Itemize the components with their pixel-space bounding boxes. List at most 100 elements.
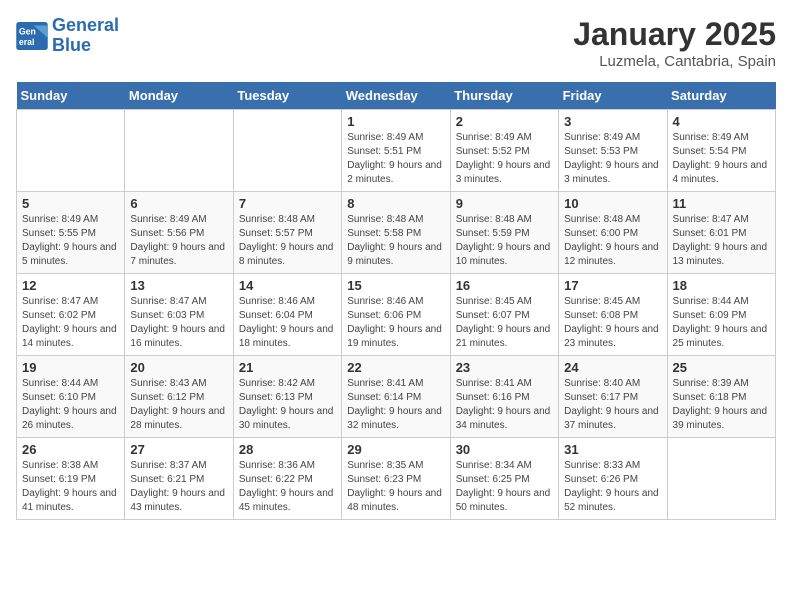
calendar-day-cell [17,110,125,192]
day-number: 6 [130,196,227,211]
day-number: 15 [347,278,444,293]
day-number: 8 [347,196,444,211]
logo: Gen eral General Blue [16,16,119,56]
day-number: 3 [564,114,661,129]
logo-text-line1: General [52,16,119,36]
calendar-day-cell: 21 Sunrise: 8:42 AMSunset: 6:13 PMDayligh… [233,356,341,438]
calendar-header-row: SundayMondayTuesdayWednesdayThursdayFrid… [17,82,776,110]
calendar-day-cell: 23Sunrise: 8:41 AMSunset: 6:16 PMDayligh… [450,356,558,438]
calendar-day-cell: 17Sunrise: 8:45 AMSunset: 6:08 PMDayligh… [559,274,667,356]
calendar-day-cell: 29Sunrise: 8:35 AMSunset: 6:23 PMDayligh… [342,438,450,520]
calendar-day-cell: 30Sunrise: 8:34 AMSunset: 6:25 PMDayligh… [450,438,558,520]
calendar-day-cell: 26Sunrise: 8:38 AMSunset: 6:19 PMDayligh… [17,438,125,520]
day-info: Sunrise: 8:44 AMSunset: 6:09 PMDaylight:… [673,295,770,351]
day-info: Sunrise: 8:45 AMSunset: 6:07 PMDaylight:… [456,295,553,351]
calendar-day-cell: 3 Sunrise: 8:49 AMSunset: 5:53 PMDaylight… [559,110,667,192]
calendar-week-row: 26Sunrise: 8:38 AMSunset: 6:19 PMDayligh… [17,438,776,520]
day-number: 25 [673,360,770,375]
day-info: Sunrise: 8:33 AMSunset: 6:26 PMDaylight:… [564,459,661,515]
day-number: 9 [456,196,553,211]
calendar-day-cell: 28 Sunrise: 8:36 AMSunset: 6:22 PMDayligh… [233,438,341,520]
day-info: Sunrise: 8:42 AMSunset: 6:13 PMDaylight:… [239,377,336,433]
weekday-header: Friday [559,82,667,110]
day-info: Sunrise: 8:43 AMSunset: 6:12 PMDaylight:… [130,377,227,433]
day-number: 11 [673,196,770,211]
svg-text:Gen: Gen [19,26,36,36]
calendar-day-cell: 6Sunrise: 8:49 AMSunset: 5:56 PMDaylight… [125,192,233,274]
logo-icon: Gen eral [16,22,48,50]
day-info: Sunrise: 8:49 AMSunset: 5:54 PMDaylight:… [673,131,770,187]
weekday-header: Saturday [667,82,775,110]
day-number: 16 [456,278,553,293]
day-number: 5 [22,196,119,211]
page-header: Gen eral General Blue January 2025 Luzme… [16,16,776,70]
day-info: Sunrise: 8:39 AMSunset: 6:18 PMDaylight:… [673,377,770,433]
day-info: Sunrise: 8:41 AMSunset: 6:14 PMDaylight:… [347,377,444,433]
day-info: Sunrise: 8:41 AMSunset: 6:16 PMDaylight:… [456,377,553,433]
day-number: 28 [239,442,336,457]
day-number: 26 [22,442,119,457]
weekday-header: Tuesday [233,82,341,110]
day-number: 14 [239,278,336,293]
calendar-day-cell: 20 Sunrise: 8:43 AMSunset: 6:12 PMDayligh… [125,356,233,438]
weekday-header: Wednesday [342,82,450,110]
day-number: 21 [239,360,336,375]
day-number: 19 [22,360,119,375]
day-number: 10 [564,196,661,211]
day-info: Sunrise: 8:35 AMSunset: 6:23 PMDaylight:… [347,459,444,515]
calendar-day-cell: 13 Sunrise: 8:47 AMSunset: 6:03 PMDayligh… [125,274,233,356]
day-number: 4 [673,114,770,129]
calendar-day-cell: 7 Sunrise: 8:48 AMSunset: 5:57 PMDaylight… [233,192,341,274]
calendar-day-cell: 1Sunrise: 8:49 AMSunset: 5:51 PMDaylight… [342,110,450,192]
day-number: 27 [130,442,227,457]
day-info: Sunrise: 8:46 AMSunset: 6:06 PMDaylight:… [347,295,444,351]
day-info: Sunrise: 8:48 AMSunset: 5:57 PMDaylight:… [239,213,336,269]
calendar-day-cell: 27 Sunrise: 8:37 AMSunset: 6:21 PMDayligh… [125,438,233,520]
weekday-header: Sunday [17,82,125,110]
day-number: 20 [130,360,227,375]
svg-text:eral: eral [19,37,35,47]
logo-text-line2: Blue [52,36,119,56]
calendar-day-cell: 15 Sunrise: 8:46 AMSunset: 6:06 PMDayligh… [342,274,450,356]
day-info: Sunrise: 8:36 AMSunset: 6:22 PMDaylight:… [239,459,336,515]
calendar-day-cell: 8 Sunrise: 8:48 AMSunset: 5:58 PMDaylight… [342,192,450,274]
day-number: 18 [673,278,770,293]
day-info: Sunrise: 8:49 AMSunset: 5:53 PMDaylight:… [564,131,661,187]
weekday-header: Thursday [450,82,558,110]
calendar-day-cell: 31Sunrise: 8:33 AMSunset: 6:26 PMDayligh… [559,438,667,520]
day-info: Sunrise: 8:48 AMSunset: 5:59 PMDaylight:… [456,213,553,269]
title-block: January 2025 Luzmela, Cantabria, Spain [573,16,776,70]
day-info: Sunrise: 8:47 AMSunset: 6:03 PMDaylight:… [130,295,227,351]
day-number: 13 [130,278,227,293]
location: Luzmela, Cantabria, Spain [573,53,776,70]
calendar-day-cell: 25 Sunrise: 8:39 AMSunset: 6:18 PMDayligh… [667,356,775,438]
day-number: 12 [22,278,119,293]
calendar-day-cell: 14 Sunrise: 8:46 AMSunset: 6:04 PMDayligh… [233,274,341,356]
day-info: Sunrise: 8:37 AMSunset: 6:21 PMDaylight:… [130,459,227,515]
calendar-day-cell: 24Sunrise: 8:40 AMSunset: 6:17 PMDayligh… [559,356,667,438]
calendar-day-cell [125,110,233,192]
calendar-day-cell: 22Sunrise: 8:41 AMSunset: 6:14 PMDayligh… [342,356,450,438]
day-number: 17 [564,278,661,293]
day-info: Sunrise: 8:46 AMSunset: 6:04 PMDaylight:… [239,295,336,351]
day-info: Sunrise: 8:34 AMSunset: 6:25 PMDaylight:… [456,459,553,515]
month-title: January 2025 [573,16,776,53]
day-info: Sunrise: 8:47 AMSunset: 6:02 PMDaylight:… [22,295,119,351]
calendar-day-cell: 2Sunrise: 8:49 AMSunset: 5:52 PMDaylight… [450,110,558,192]
day-info: Sunrise: 8:47 AMSunset: 6:01 PMDaylight:… [673,213,770,269]
calendar-table: SundayMondayTuesdayWednesdayThursdayFrid… [16,82,776,520]
calendar-day-cell: 19Sunrise: 8:44 AMSunset: 6:10 PMDayligh… [17,356,125,438]
calendar-day-cell: 9 Sunrise: 8:48 AMSunset: 5:59 PMDaylight… [450,192,558,274]
weekday-header: Monday [125,82,233,110]
calendar-day-cell: 16 Sunrise: 8:45 AMSunset: 6:07 PMDayligh… [450,274,558,356]
day-info: Sunrise: 8:48 AMSunset: 6:00 PMDaylight:… [564,213,661,269]
calendar-day-cell: 5 Sunrise: 8:49 AMSunset: 5:55 PMDaylight… [17,192,125,274]
day-info: Sunrise: 8:48 AMSunset: 5:58 PMDaylight:… [347,213,444,269]
calendar-day-cell: 4 Sunrise: 8:49 AMSunset: 5:54 PMDaylight… [667,110,775,192]
day-info: Sunrise: 8:49 AMSunset: 5:55 PMDaylight:… [22,213,119,269]
day-info: Sunrise: 8:49 AMSunset: 5:52 PMDaylight:… [456,131,553,187]
calendar-week-row: 1Sunrise: 8:49 AMSunset: 5:51 PMDaylight… [17,110,776,192]
day-number: 7 [239,196,336,211]
calendar-week-row: 12 Sunrise: 8:47 AMSunset: 6:02 PMDayligh… [17,274,776,356]
calendar-day-cell: 18 Sunrise: 8:44 AMSunset: 6:09 PMDayligh… [667,274,775,356]
